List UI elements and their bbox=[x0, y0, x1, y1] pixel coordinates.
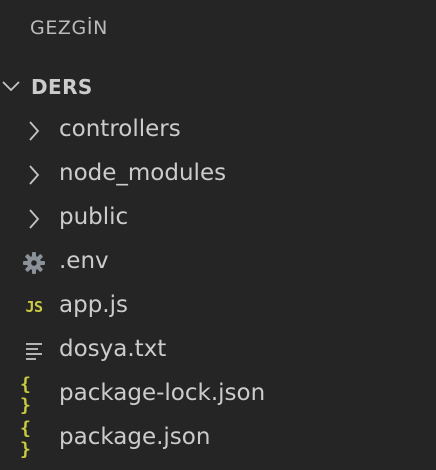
chevron-right-icon bbox=[20, 119, 48, 143]
chevron-right-icon bbox=[20, 163, 48, 187]
js-file-icon: JS bbox=[25, 298, 43, 316]
gear-icon bbox=[20, 251, 48, 275]
tree-item-label: package-lock.json bbox=[59, 380, 266, 406]
workspace-title: DERS bbox=[31, 75, 93, 99]
tree-item-label: public bbox=[59, 204, 129, 230]
text-lines-icon bbox=[20, 339, 48, 363]
json-braces-icon: { } bbox=[20, 374, 32, 416]
explorer-title: GEZGİN bbox=[30, 17, 108, 39]
tree-folder-node-modules[interactable]: node_modules bbox=[0, 153, 436, 197]
tree-item-label: dosya.txt bbox=[59, 336, 167, 362]
tree-file-package-json[interactable]: { } package.json bbox=[0, 417, 436, 461]
tree-item-label: .env bbox=[59, 248, 109, 274]
tree-file-app-js[interactable]: JS app.js bbox=[0, 285, 436, 329]
tree-folder-controllers[interactable]: controllers bbox=[0, 109, 436, 153]
workspace-section-header[interactable]: DERS bbox=[0, 70, 436, 104]
tree-item-label: app.js bbox=[59, 292, 128, 318]
chevron-down-icon bbox=[0, 75, 22, 97]
tree-folder-public[interactable]: public bbox=[0, 197, 436, 241]
tree-item-label: package.json bbox=[59, 424, 211, 450]
tree-file-package-lock-json[interactable]: { } package-lock.json bbox=[0, 373, 436, 417]
tree-item-label: controllers bbox=[59, 116, 181, 142]
tree-item-label: node_modules bbox=[59, 160, 227, 186]
json-braces-icon: { } bbox=[20, 418, 32, 460]
tree-file-dosya-txt[interactable]: dosya.txt bbox=[0, 329, 436, 373]
tree-file-env[interactable]: .env bbox=[0, 241, 436, 285]
chevron-right-icon bbox=[20, 207, 48, 231]
